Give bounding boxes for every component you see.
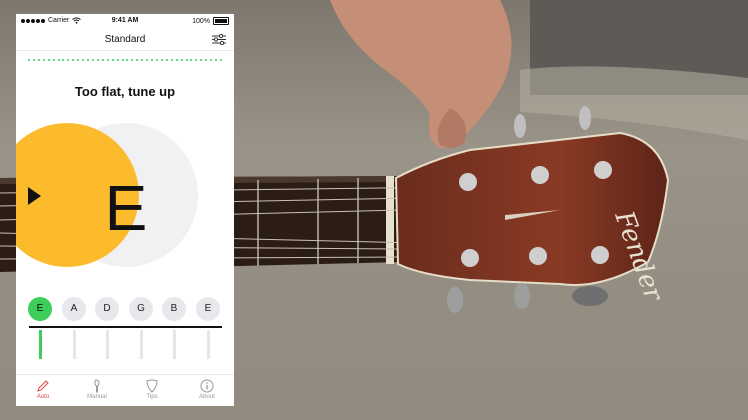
string-meter-line — [29, 326, 222, 328]
level-dot — [101, 59, 104, 61]
tab-tips-label: Tips — [146, 394, 158, 400]
level-dot — [37, 59, 40, 61]
level-dot — [190, 59, 193, 61]
level-dot — [180, 59, 183, 61]
tab-about[interactable]: About — [180, 377, 234, 406]
tuning-peg-icon — [94, 379, 100, 393]
string-meter-tick — [207, 330, 210, 359]
tuning-title[interactable]: Standard — [16, 34, 234, 45]
tab-manual-label: Manual — [87, 394, 107, 400]
string-button-5[interactable]: B — [162, 297, 186, 321]
string-button-4[interactable]: G — [129, 297, 153, 321]
tuner-app-screen: Carrier 9:41 AM 100% Standard Too flat, … — [16, 14, 234, 406]
level-dot — [219, 59, 222, 61]
level-dot — [32, 59, 35, 61]
level-dot — [72, 59, 75, 61]
level-dot — [116, 59, 119, 61]
level-dot — [195, 59, 198, 61]
string-meter-tick — [39, 330, 42, 359]
level-dot — [121, 59, 124, 61]
level-dot — [52, 59, 55, 61]
string-meter-tick — [106, 330, 109, 359]
signal-level-dots — [28, 59, 222, 62]
battery-icon — [213, 17, 229, 25]
detected-note: E — [105, 172, 148, 244]
pencil-icon — [37, 380, 49, 392]
tab-manual[interactable]: Manual — [70, 377, 124, 406]
string-meter-tick — [173, 330, 176, 359]
status-bar: Carrier 9:41 AM 100% — [16, 14, 234, 28]
tab-bar: Auto Manual Tips About — [16, 374, 234, 406]
level-dot — [28, 59, 30, 61]
string-button-3[interactable]: D — [95, 297, 119, 321]
sliders-icon[interactable] — [212, 34, 226, 45]
level-dot — [170, 59, 173, 61]
string-meter-tick — [140, 330, 143, 359]
level-dot — [47, 59, 50, 61]
guitar-pick-icon — [146, 379, 158, 393]
info-icon — [200, 379, 214, 393]
level-dot — [91, 59, 94, 61]
level-dot — [185, 59, 188, 61]
level-dot — [151, 59, 154, 61]
string-selector: E A D G B E — [26, 297, 224, 321]
tab-auto-label: Auto — [36, 394, 50, 400]
level-dot — [62, 59, 65, 61]
level-dot — [82, 59, 85, 61]
level-dot — [175, 59, 178, 61]
battery-percent: 100% — [192, 17, 210, 25]
level-dot — [42, 59, 45, 61]
level-dot — [141, 59, 144, 61]
level-dot — [136, 59, 139, 61]
string-button-2[interactable]: A — [62, 297, 86, 321]
level-dot — [77, 59, 80, 61]
level-dot — [87, 59, 90, 61]
level-dot — [200, 59, 203, 61]
level-dot — [106, 59, 109, 61]
level-dot — [210, 59, 213, 61]
nav-bar: Standard — [16, 28, 234, 51]
level-dot — [160, 59, 163, 61]
tab-tips[interactable]: Tips — [125, 377, 179, 406]
tuning-message: Too flat, tune up — [74, 84, 176, 99]
level-dot — [205, 59, 208, 61]
level-dot — [155, 59, 158, 61]
string-button-6[interactable]: E — [196, 297, 220, 321]
level-dot — [96, 59, 99, 61]
tab-auto[interactable]: Auto — [16, 377, 70, 406]
level-dot — [67, 59, 70, 61]
level-dot — [126, 59, 129, 61]
level-dot — [131, 59, 134, 61]
string-button-1[interactable]: E — [28, 297, 52, 321]
tab-about-label: About — [199, 394, 215, 400]
level-dot — [111, 59, 114, 61]
level-dot — [165, 59, 168, 61]
string-meter-tick — [73, 330, 76, 359]
tuning-gauge: E — [16, 123, 198, 267]
level-dot — [57, 59, 60, 61]
level-dot — [146, 59, 149, 61]
level-dot — [215, 59, 218, 61]
